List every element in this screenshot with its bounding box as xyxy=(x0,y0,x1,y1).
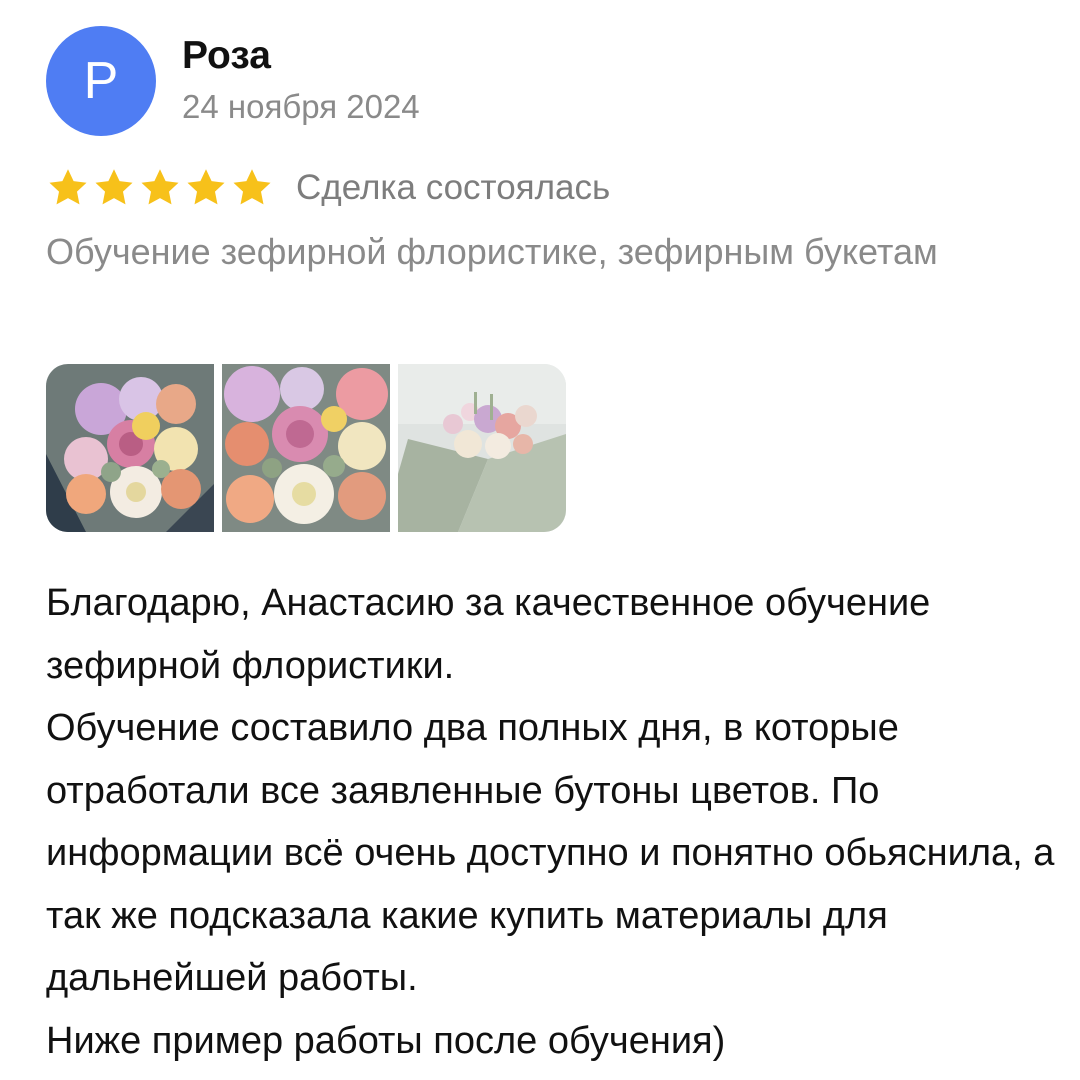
avatar-letter: Р xyxy=(83,52,119,110)
avatar[interactable]: Р xyxy=(46,26,156,136)
review-paragraph: Ниже пример работы после обучения) xyxy=(46,1019,726,1062)
service-title: Обучение зефирной флористике, зефирным б… xyxy=(46,231,938,272)
flower-bouquet-closeup-photo-icon xyxy=(222,364,390,532)
deal-status: Сделка состоялась xyxy=(296,168,611,207)
review-photo-1[interactable] xyxy=(46,364,214,532)
photo-gallery xyxy=(46,364,566,532)
author-name[interactable]: Роза xyxy=(182,34,271,78)
flower-bouquet-photo-icon xyxy=(46,364,214,532)
star-icon xyxy=(49,169,87,205)
review-date: 24 ноября 2024 xyxy=(182,88,420,125)
review-paragraph: Благодарю, Анастасию за качественное обу… xyxy=(46,582,931,687)
star-icon xyxy=(187,169,225,205)
wrapped-bouquet-photo-icon xyxy=(398,364,566,532)
review-text: Благодарю, Анастасию за качественное обу… xyxy=(46,572,1056,1072)
review-paragraph: Обучение составило два полных дня, в кот… xyxy=(46,707,1055,999)
review-photo-2[interactable] xyxy=(222,364,390,532)
rating-row: Сделка состоялась xyxy=(46,160,610,216)
review-photo-3[interactable] xyxy=(398,364,566,532)
star-icon xyxy=(95,169,133,205)
star-icon xyxy=(141,169,179,205)
star-icon xyxy=(233,169,271,205)
star-rating xyxy=(46,166,274,210)
